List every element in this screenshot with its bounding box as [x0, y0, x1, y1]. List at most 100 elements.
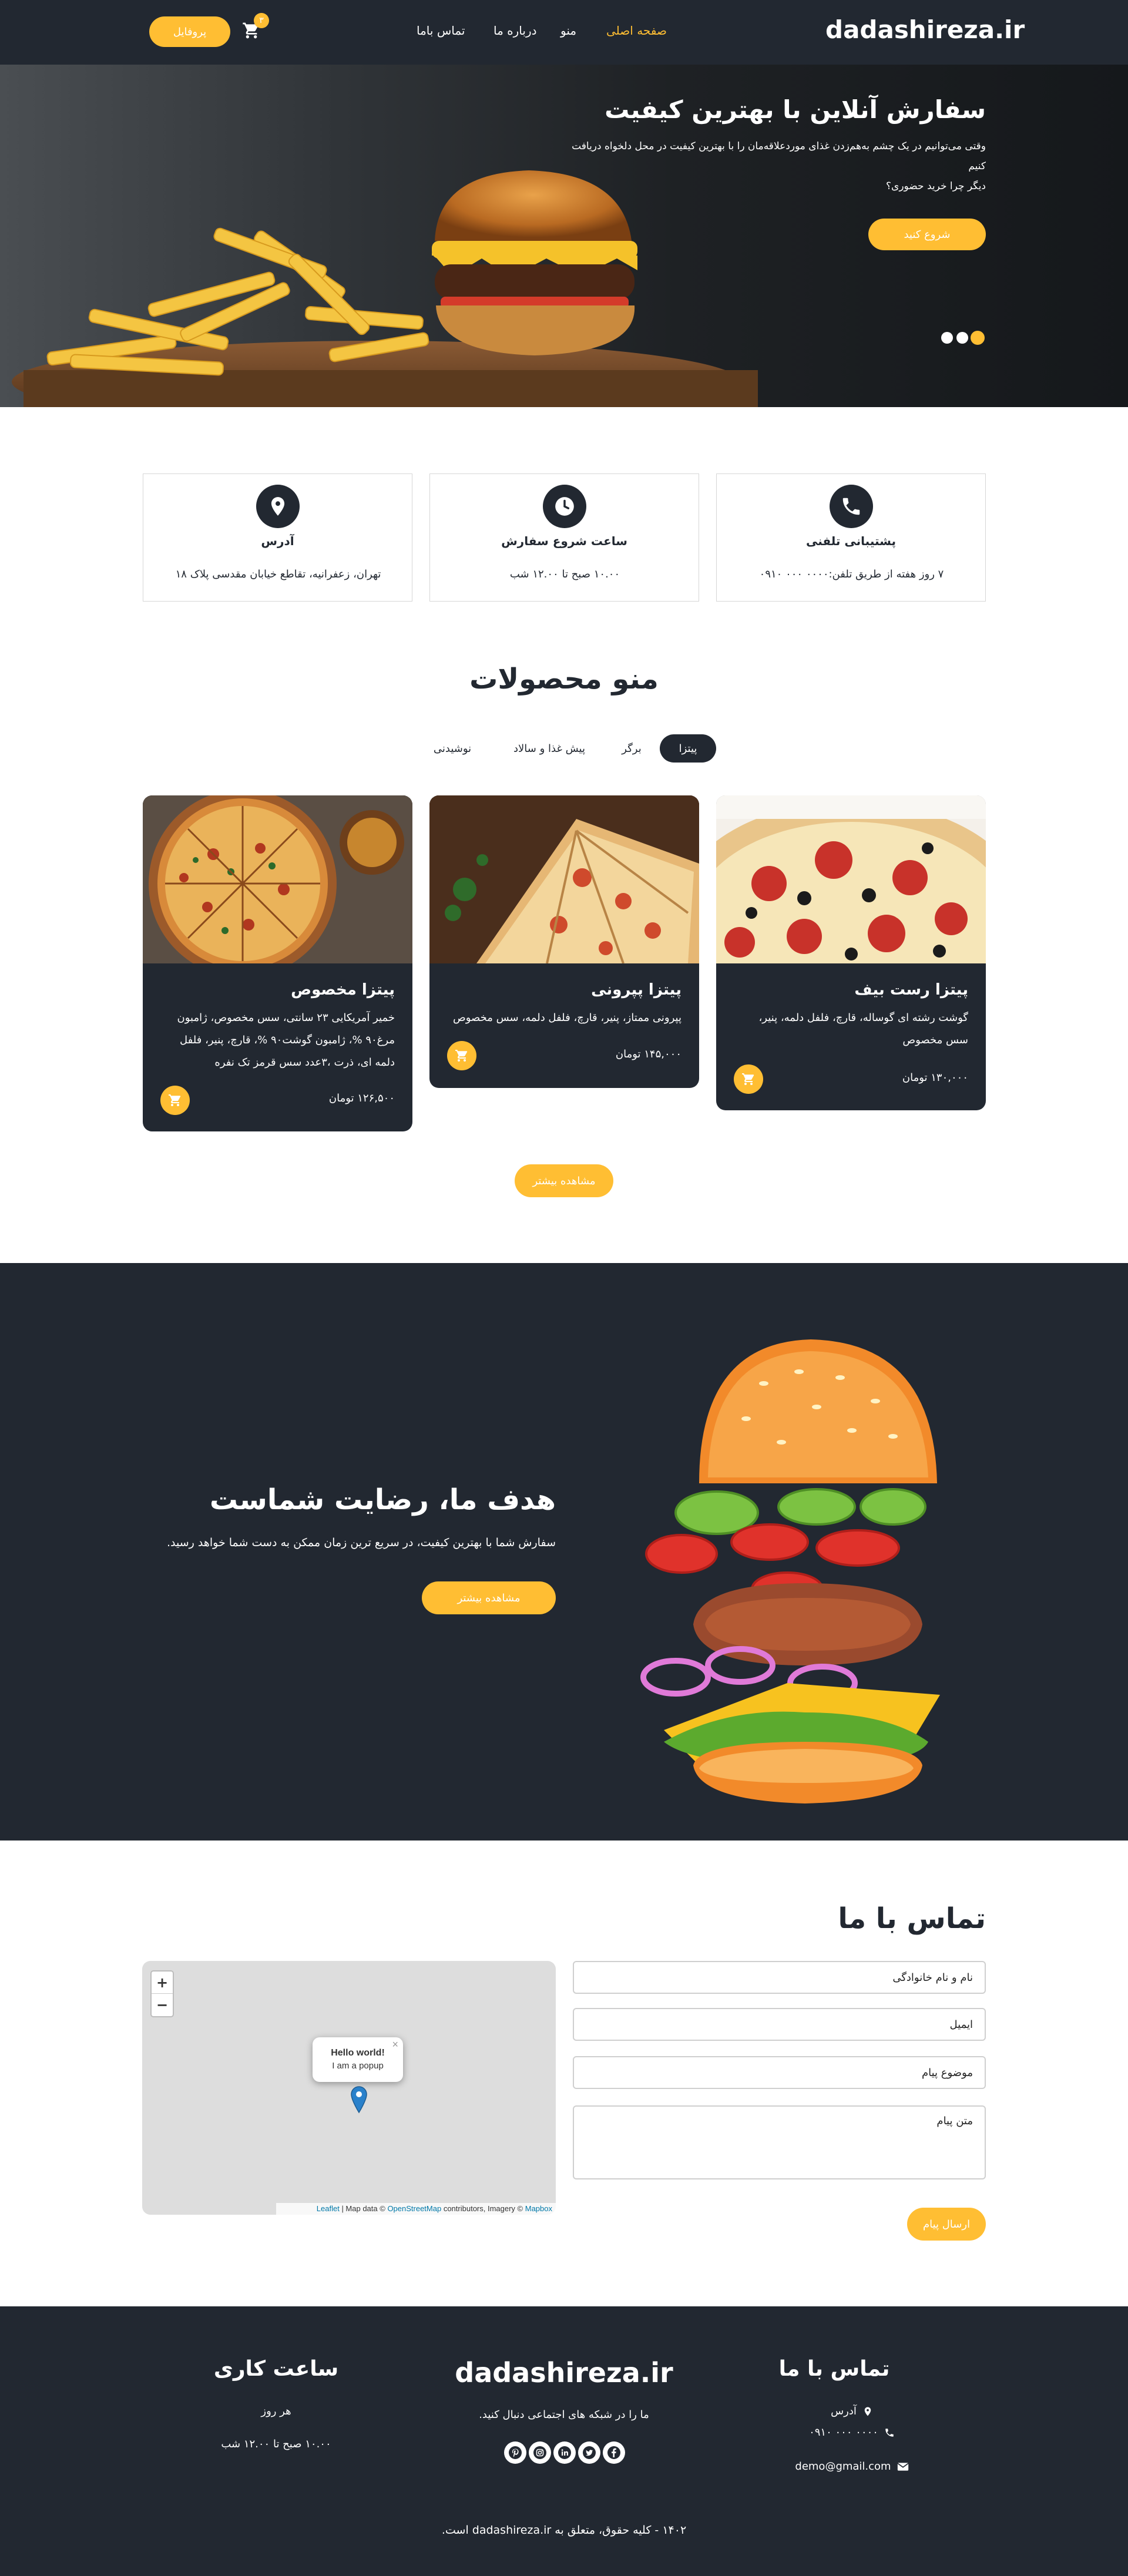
popup-close-icon[interactable]: × — [392, 2038, 398, 2051]
product-image — [143, 795, 412, 963]
footer-follow-text: ما را در شبکه های اجتماعی دنبال کنید. — [479, 2409, 649, 2421]
hero-description: وقتی می‌توانیم در یک چشم به‌هم‌زدن غذای … — [564, 136, 986, 196]
offer-card: ساعت شروع سفارش ۱۰.۰۰ صبح تا ۱۲.۰۰ شب — [429, 473, 699, 602]
pinterest-icon[interactable] — [504, 2441, 526, 2464]
offer-title: ساعت شروع سفارش — [501, 534, 627, 548]
add-to-cart-icon[interactable] — [734, 1064, 763, 1094]
product-desc-line: گوشت رشته ای گوساله، قارچ، فلفل دلمه، پن… — [758, 1012, 969, 1024]
profile-button[interactable]: پروفایل — [149, 16, 230, 47]
osm-link[interactable]: OpenStreetMap — [387, 2204, 441, 2213]
footer-address[interactable]: آدرس — [805, 2405, 899, 2417]
filter-drinks[interactable]: نوشیدنی — [423, 734, 482, 763]
location-icon — [864, 2407, 871, 2416]
product-desc-line: خمیر آمریکایی ۲۳ سانتی، سس مخصوص، ژامبون — [177, 1012, 395, 1024]
view-more-button[interactable]: مشاهده بیشتر — [515, 1164, 613, 1197]
product-desc-line: مرغ۹۰ %، ژامبون گوشت۹۰ %، قارچ، پنیر، فل… — [180, 1034, 395, 1046]
offer-card: آدرس تهران، زعفرانیه، تقاطع خیابان مقدسی… — [143, 473, 412, 602]
slide-dot[interactable] — [956, 332, 968, 344]
offer-text: تهران، زعفرانیه، تقاطع خیابان مقدسی پلاک… — [175, 568, 381, 580]
product-name: پیتزا مخصوص — [291, 981, 395, 999]
brand-logo[interactable]: dadashireza.ir — [825, 15, 1025, 48]
phone-icon — [885, 2428, 894, 2437]
map-zoom-control: + − — [150, 1970, 174, 2017]
zoom-out-button[interactable]: − — [152, 1994, 173, 2016]
footer-hours-time: ۱۰.۰۰ صبح تا ۱۲.۰۰ شب — [221, 2438, 331, 2450]
product-image — [716, 795, 986, 963]
offer-text: ۷ روز هفته از طریق تلفن:۰۰۰۰ ۰۰۰ ۰۹۱۰ — [759, 568, 944, 580]
product-image — [429, 795, 699, 963]
hero-line: وقتی می‌توانیم در یک چشم به‌هم‌زدن غذای … — [572, 140, 986, 152]
attribution-text: | Map data © — [339, 2204, 388, 2213]
envelope-icon — [897, 2462, 909, 2471]
offer-text: ۱۰.۰۰ صبح تا ۱۲.۰۰ شب — [509, 568, 620, 580]
add-to-cart-icon[interactable] — [160, 1086, 190, 1115]
hero-line: کنیم — [968, 160, 986, 172]
product-desc-line: سس مخصوص — [902, 1034, 968, 1046]
product-description: پپرونی ممتاز، پنیر، قارچ، فلفل دلمه، سس … — [446, 1007, 682, 1029]
mapbox-link[interactable]: Mapbox — [525, 2204, 552, 2213]
nav-contact[interactable]: تماس باما — [417, 23, 465, 41]
phone-icon — [830, 485, 873, 528]
cart-count-badge: ۳ — [254, 13, 269, 28]
product-description: خمیر آمریکایی ۲۳ سانتی، سس مخصوص، ژامبون… — [160, 1007, 395, 1074]
nav-about[interactable]: درباره ما — [494, 23, 537, 41]
footer-email[interactable]: demo@gmail.com — [770, 2460, 934, 2473]
twitter-icon[interactable] — [578, 2441, 600, 2464]
product-desc-line: دلمه ای، ذرت ،۳عدد سس قرمز تک نفره — [214, 1056, 395, 1069]
zoom-in-button[interactable]: + — [152, 1972, 173, 1994]
map[interactable] — [142, 1961, 556, 2215]
instagram-icon[interactable] — [529, 2441, 551, 2464]
footer-brand[interactable]: dadashireza.ir — [411, 2357, 717, 2389]
filter-pizza[interactable]: پیتزا — [660, 734, 716, 763]
footer-phone[interactable]: ۰۰۰۰ ۰۰۰ ۰۹۱۰ — [781, 2426, 922, 2439]
linkedin-icon[interactable] — [553, 2441, 576, 2464]
attribution-text: contributors, Imagery © — [441, 2204, 525, 2213]
nav-home[interactable]: صفحه اصلی — [606, 23, 667, 41]
hero-title: سفارش آنلاین با بهترین کیفیت — [605, 95, 986, 124]
product-card: پیتزا رست بیف گوشت رشته ای گوساله، قارچ،… — [716, 795, 986, 1110]
contact-title: تماس با ما — [838, 1902, 986, 1935]
message-field[interactable]: متن پیام — [573, 2105, 986, 2179]
facebook-icon[interactable] — [603, 2441, 625, 2464]
name-field[interactable]: نام و نام خانوادگی — [573, 1961, 986, 1994]
product-card: پیتزا مخصوص خمیر آمریکایی ۲۳ سانتی، سس م… — [143, 795, 412, 1131]
about-title: هدف ما، رضایت شماست — [209, 1483, 556, 1516]
start-button[interactable]: شروع کنید — [868, 219, 986, 250]
map-attribution: Leaflet | Map data © OpenStreetMap contr… — [276, 2203, 556, 2215]
slide-dot[interactable] — [941, 332, 953, 344]
popup-title: Hello world! — [331, 2048, 385, 2058]
menu-title: منو محصولات — [469, 663, 659, 696]
map-marker-icon[interactable] — [350, 2085, 368, 2114]
nav-menu[interactable]: منو — [560, 23, 576, 41]
subject-field[interactable]: موضوع پیام — [573, 2056, 986, 2089]
product-name: پیتزا رست بیف — [854, 981, 968, 999]
send-button[interactable]: ارسال پیام — [907, 2208, 986, 2241]
email-field[interactable]: ایمیل — [573, 2008, 986, 2041]
product-desc-line: پپرونی ممتاز، پنیر، قارچ، فلفل دلمه، سس … — [452, 1012, 682, 1024]
add-to-cart-icon[interactable] — [447, 1041, 476, 1070]
hero-line: دیگر چرا خرید حضوری؟ — [885, 180, 986, 192]
burger-illustration — [640, 1339, 940, 1803]
leaflet-link[interactable]: Leaflet — [317, 2204, 340, 2213]
footer-address-text: آدرس — [831, 2405, 857, 2417]
slide-dot-active[interactable] — [971, 331, 985, 345]
product-price: ۱۴۵,۰۰۰ تومان — [615, 1048, 682, 1060]
clock-icon — [543, 485, 586, 528]
footer-hours-days: هر روز — [261, 2405, 291, 2417]
filter-appetizer[interactable]: پیش غذا و سالاد — [499, 734, 599, 763]
product-description: گوشت رشته ای گوساله، قارچ، فلفل دلمه، پن… — [733, 1007, 969, 1052]
product-card: پیتزا پپرونی پپرونی ممتاز، پنیر، قارچ، ف… — [429, 795, 699, 1088]
footer-phone-text: ۰۰۰۰ ۰۰۰ ۰۹۱۰ — [809, 2426, 878, 2439]
location-icon — [256, 485, 300, 528]
popup-text: I am a popup — [332, 2061, 384, 2071]
offer-title: آدرس — [261, 534, 294, 548]
about-text: سفارش شما با بهترین کیفیت، در سریع ترین … — [167, 1536, 556, 1549]
offer-title: پشتیبانی تلفنی — [805, 534, 897, 548]
footer-email-text: demo@gmail.com — [795, 2460, 891, 2473]
footer-contact-title: تماس با ما — [778, 2357, 890, 2381]
about-section — [0, 1263, 1128, 1841]
copyright-text: ۱۴۰۲ - کلیه حقوق، متعلق به dadashireza.i… — [441, 2524, 687, 2537]
about-more-button[interactable]: مشاهده بیشتر — [422, 1581, 556, 1614]
product-price: ۱۳۰,۰۰۰ تومان — [902, 1072, 968, 1084]
filter-burger[interactable]: برگر — [611, 734, 652, 763]
